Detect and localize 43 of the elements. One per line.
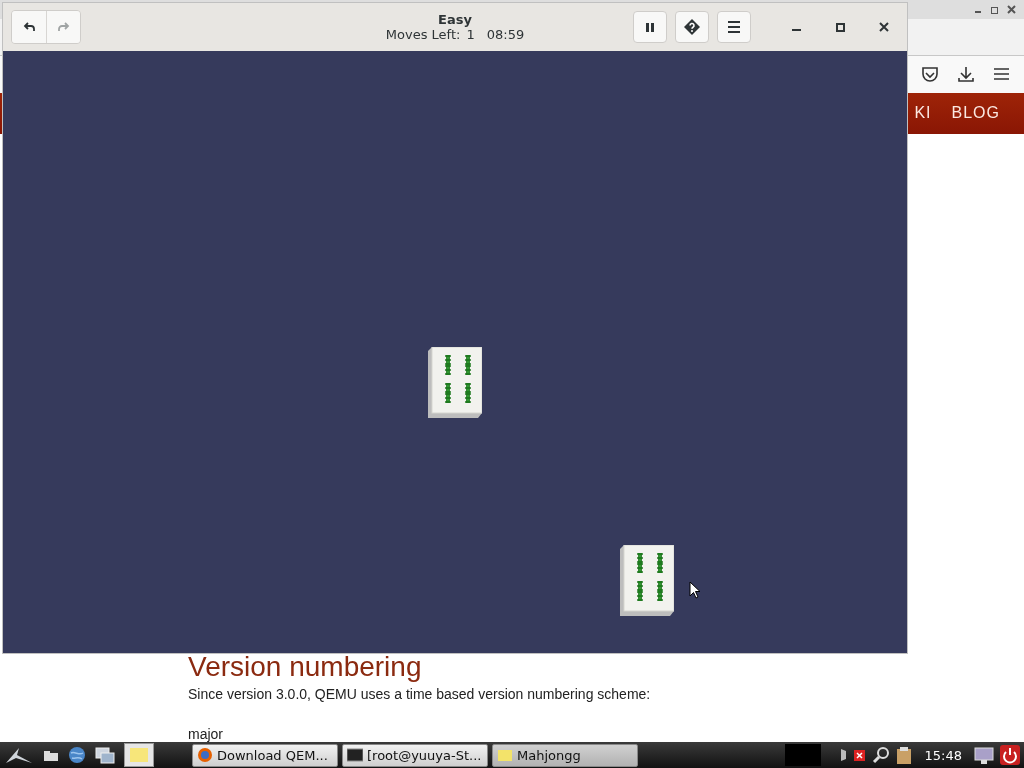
windows-icon[interactable] <box>95 746 115 764</box>
taskbar-button[interactable]: [root@yuuya-St... <box>342 743 488 767</box>
undo-button[interactable] <box>12 11 46 43</box>
restore-icon[interactable] <box>990 4 999 15</box>
pause-button[interactable] <box>633 11 667 43</box>
game-title: Easy <box>438 12 472 27</box>
section-heading: Version numbering <box>188 650 423 684</box>
pause-icon <box>646 22 654 32</box>
clock[interactable]: 15:48 <box>924 747 962 763</box>
menu-icon <box>728 21 740 33</box>
list-item: major <box>188 726 224 742</box>
mahjong-tile[interactable] <box>620 545 674 616</box>
window-icon <box>497 747 513 763</box>
taskbar-button[interactable]: Download QEM... <box>192 743 338 767</box>
hint-button[interactable] <box>675 11 709 43</box>
mahjong-tile[interactable] <box>428 347 482 418</box>
browser-icon <box>197 747 213 763</box>
power-icon[interactable] <box>1000 745 1020 765</box>
clipboard-icon[interactable] <box>894 745 913 765</box>
close-icon[interactable] <box>1007 4 1016 15</box>
moves-count: 1 <box>466 27 475 42</box>
undo-icon <box>22 21 36 33</box>
paragraph: Since version 3.0.0, QEMU uses a time based version numbering scheme: <box>188 686 652 702</box>
mouse-cursor-icon <box>689 581 701 599</box>
search-icon[interactable] <box>871 746 889 764</box>
pocket-icon[interactable] <box>921 66 939 83</box>
menu-icon[interactable] <box>993 66 1010 83</box>
hint-icon <box>684 19 700 35</box>
redo-icon <box>57 21 70 33</box>
taskbar-button[interactable]: Mahjongg <box>492 743 638 767</box>
terminal-icon <box>347 747 363 763</box>
monitor-icon[interactable] <box>974 745 994 765</box>
globe-icon[interactable] <box>68 746 86 764</box>
maximize-icon <box>835 22 845 32</box>
close-icon <box>879 22 889 32</box>
moves-label: Moves Left: <box>385 27 461 42</box>
download-icon[interactable] <box>957 66 975 83</box>
menu-button[interactable] <box>717 11 751 43</box>
folder-icon[interactable] <box>43 748 59 762</box>
tray-area <box>784 744 821 766</box>
nav-link[interactable]: KI <box>914 104 932 123</box>
timer: 08:59 <box>486 27 525 42</box>
nav-link[interactable]: BLOG <box>951 104 1000 123</box>
